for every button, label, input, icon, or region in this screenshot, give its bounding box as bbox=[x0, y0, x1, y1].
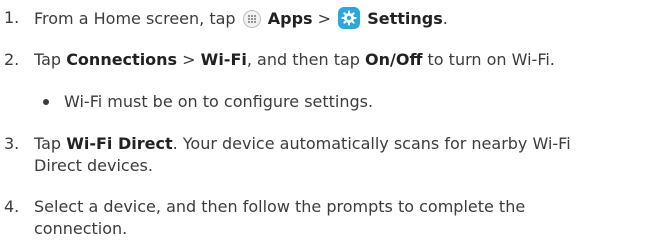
step-number: 2. bbox=[4, 50, 20, 69]
bullet-text: Wi-Fi must be on to configure settings. bbox=[64, 92, 374, 111]
step-text: Tap Connections > Wi-Fi, and then tap On… bbox=[34, 49, 555, 71]
step-text-line1: Select a device, and then follow the pro… bbox=[34, 197, 526, 216]
connections-label: Connections bbox=[66, 50, 178, 69]
step-number: 4. bbox=[4, 197, 20, 216]
separator: > bbox=[182, 50, 196, 69]
step-text-pre: Tap bbox=[34, 50, 62, 69]
step-text-end: to turn on Wi-Fi. bbox=[427, 50, 555, 69]
step-text-pre: Tap bbox=[34, 134, 62, 153]
wifi-direct-label: Wi-Fi Direct bbox=[66, 134, 173, 153]
instructions-document: 1. From a Home screen, tap Apps > Settin… bbox=[0, 0, 656, 241]
settings-label: Settings bbox=[367, 9, 443, 28]
step-text: Tap Wi-Fi Direct. Your device automatica… bbox=[34, 133, 571, 155]
step-text: From a Home screen, tap Apps > Settings. bbox=[34, 7, 448, 30]
step-text-pre: From a Home screen, tap bbox=[34, 9, 236, 28]
on-off-label: On/Off bbox=[365, 50, 423, 69]
wifi-label: Wi-Fi bbox=[200, 50, 247, 69]
step-number: 1. bbox=[4, 8, 20, 27]
step-text-line2: Direct devices. bbox=[34, 156, 153, 175]
apps-icon bbox=[242, 10, 261, 28]
step-number: 3. bbox=[4, 134, 20, 153]
bullet-dot bbox=[43, 99, 49, 105]
step-text-end: . bbox=[442, 9, 448, 28]
separator: > bbox=[317, 9, 332, 28]
step-text-line1-end: . Your device automatically scans for ne… bbox=[172, 134, 571, 153]
settings-icon bbox=[338, 7, 361, 29]
apps-label: Apps bbox=[267, 9, 313, 28]
step-text-line2: connection. bbox=[34, 219, 128, 238]
step-text-mid: , and then tap bbox=[246, 50, 360, 69]
